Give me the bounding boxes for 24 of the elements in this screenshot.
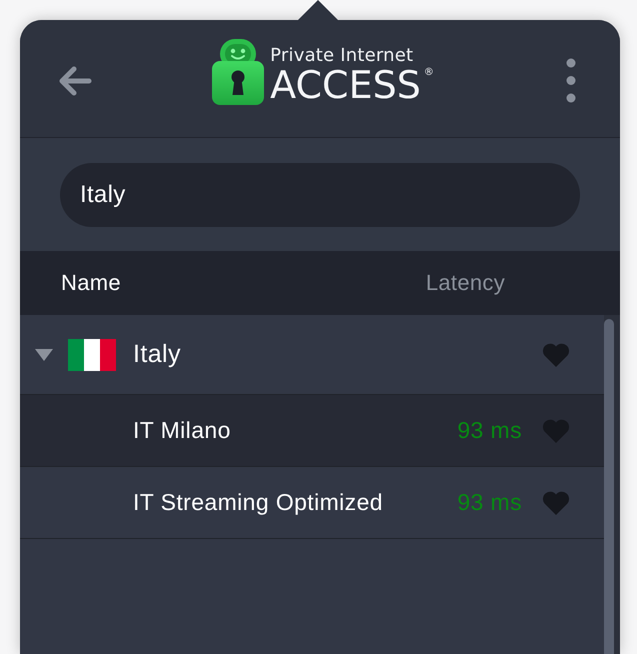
menu-icon [566, 58, 576, 102]
heart-icon[interactable] [542, 342, 570, 366]
region-row[interactable]: Italy [20, 315, 604, 395]
flag-icon [68, 338, 116, 370]
heart-icon[interactable] [542, 490, 570, 514]
caret-icon[interactable] [35, 348, 53, 360]
scrollbar[interactable] [604, 319, 614, 654]
latency-value: 93 ms [457, 489, 522, 516]
column-header[interactable]: Name [61, 270, 426, 296]
search-field[interactable]: Italy [60, 163, 580, 227]
back-arrow-icon [58, 64, 92, 96]
server-name: IT Streaming Optimized [133, 489, 384, 516]
region-name: Italy [133, 340, 182, 369]
logo-text: ACCESS$^{®}$ [270, 66, 434, 104]
heart-icon[interactable] [542, 418, 570, 442]
padlock-icon [212, 38, 264, 104]
column-header[interactable]: Latency [426, 270, 505, 296]
server-row[interactable]: IT Streaming Optimized 93 ms [20, 467, 604, 539]
menu-button[interactable] [566, 58, 576, 102]
logo-text: Private Internet [270, 44, 414, 66]
latency-value: 93 ms [457, 417, 522, 444]
server-row[interactable]: IT Milano 93 ms [20, 395, 604, 467]
server-name: IT Milano [133, 417, 232, 444]
back-button[interactable] [58, 64, 92, 96]
